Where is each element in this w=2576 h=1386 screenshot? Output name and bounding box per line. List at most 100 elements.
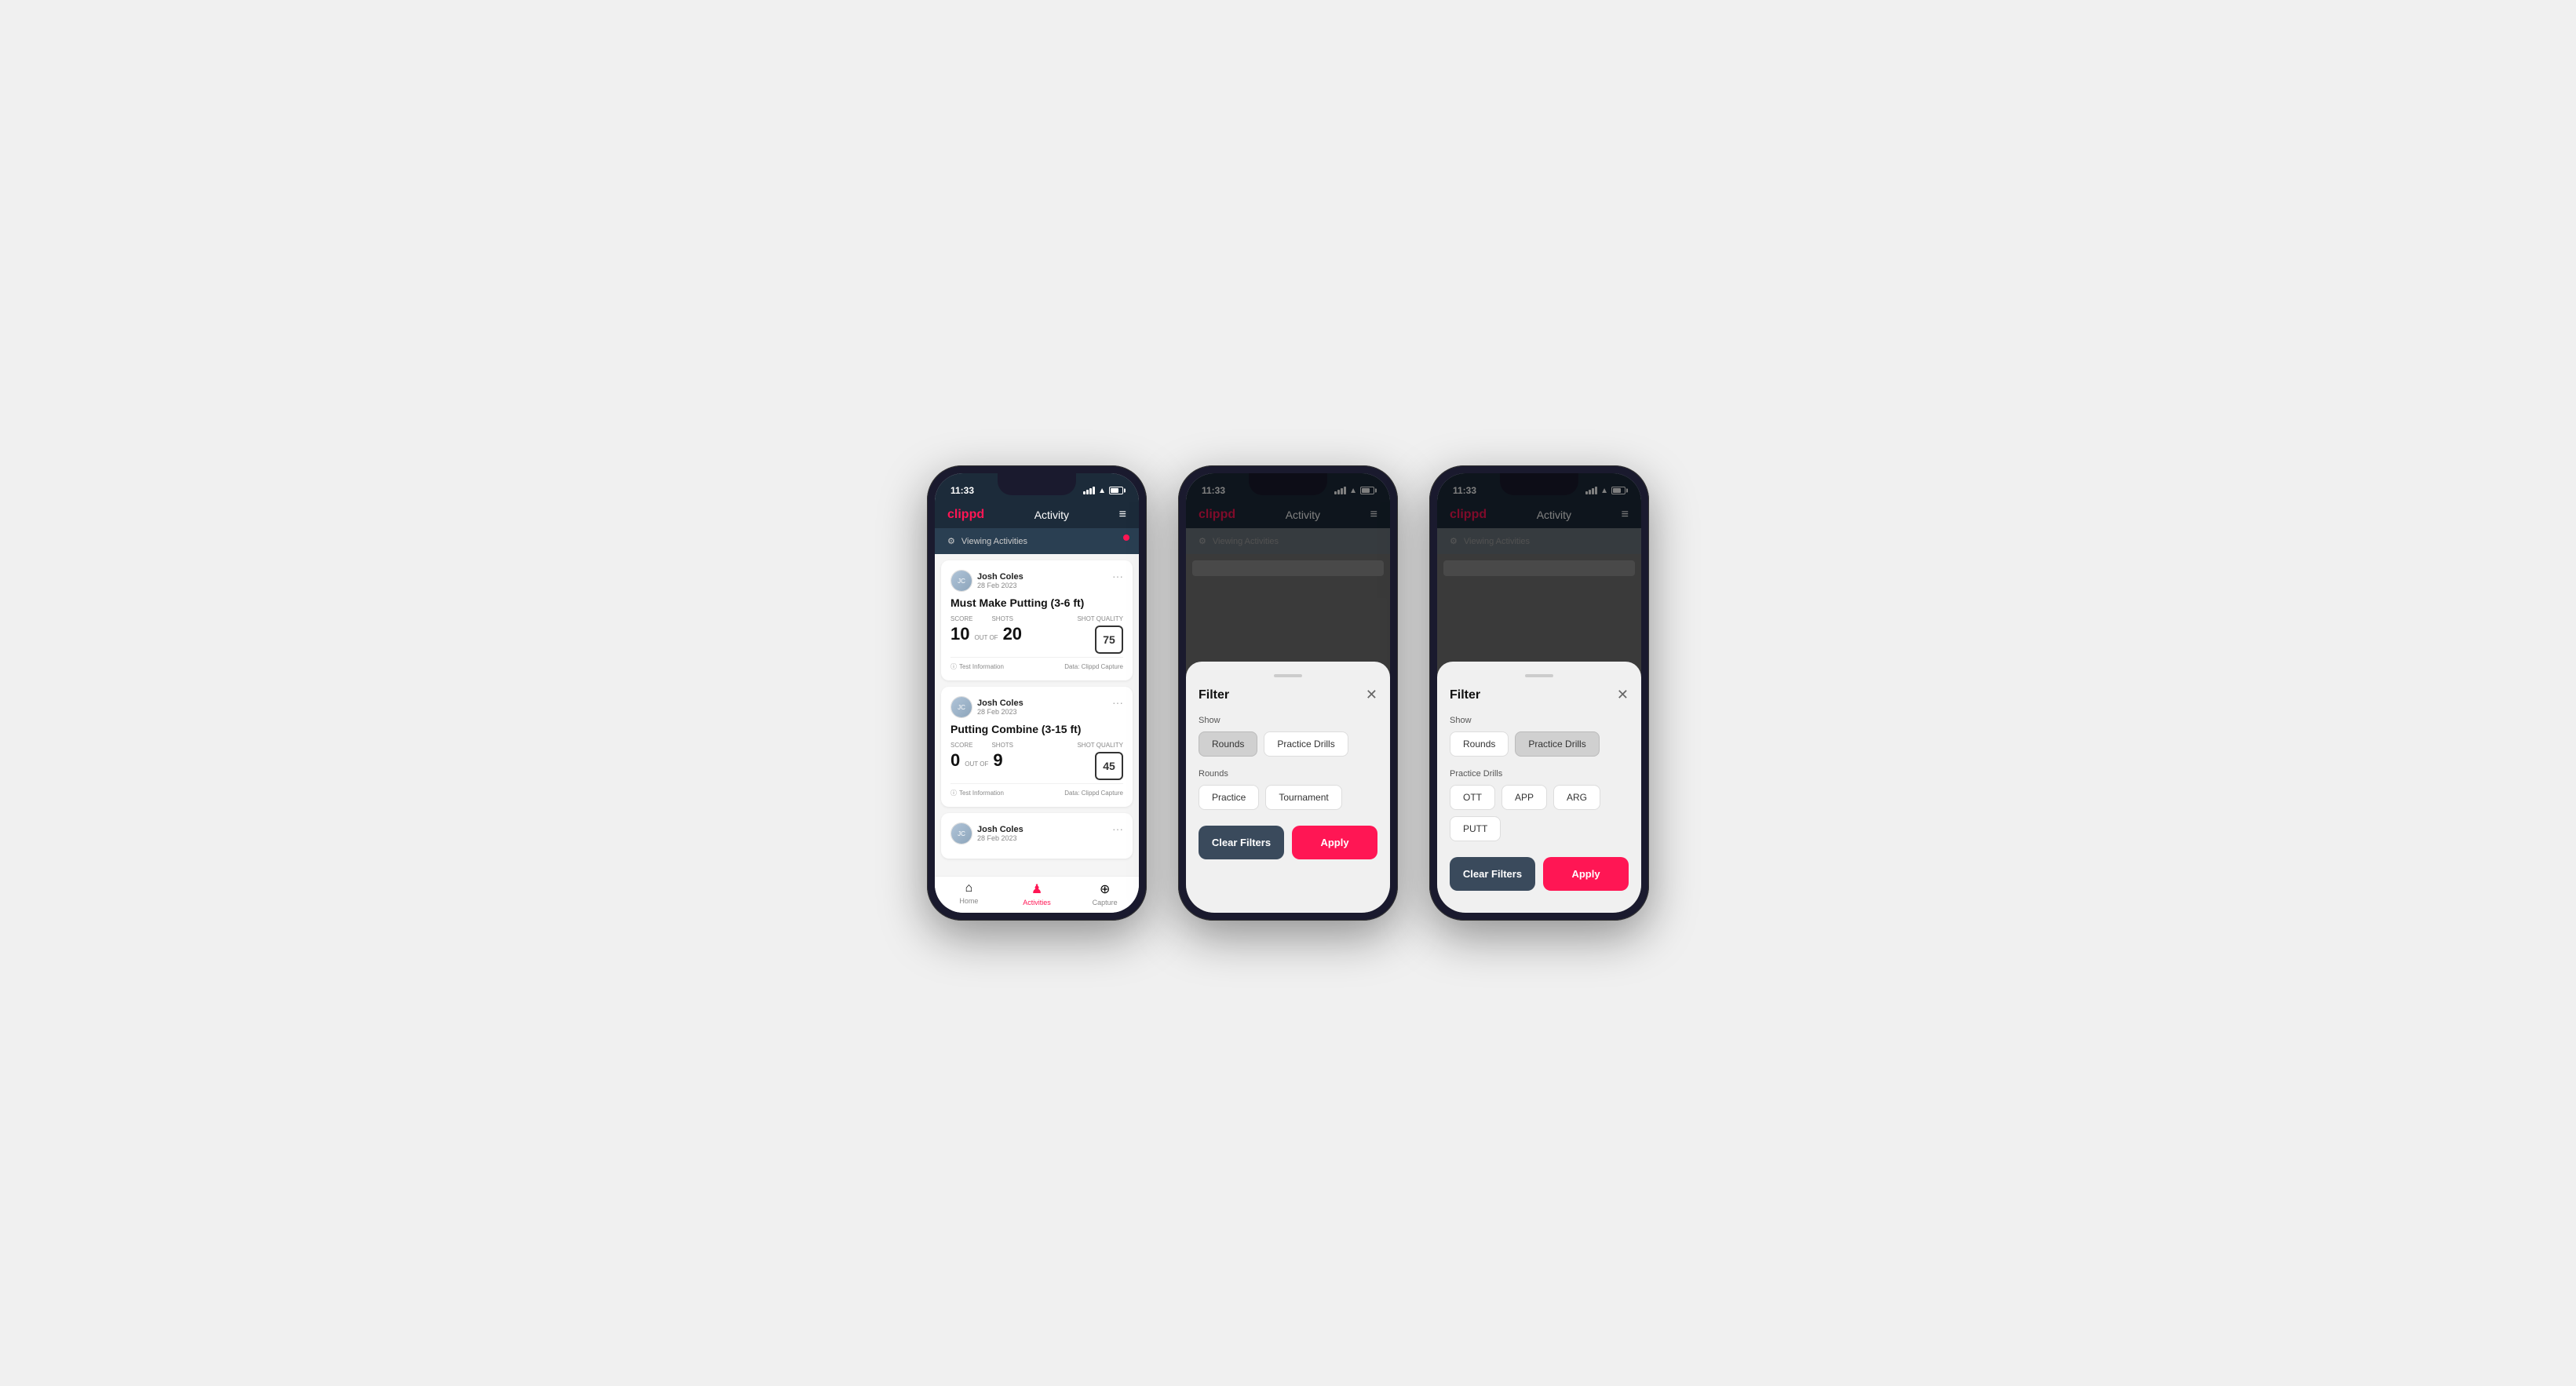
shot-quality-1: Shot Quality 75 xyxy=(1077,615,1123,654)
activities-icon: ♟ xyxy=(1031,881,1042,897)
card-header-1: JC Josh Coles 28 Feb 2023 ··· xyxy=(950,570,1123,592)
info-icon-1: ⓘ xyxy=(950,662,957,671)
apply-button-2[interactable]: Apply xyxy=(1292,826,1377,859)
bottom-nav: ⌂ Home ♟ Activities ⊕ Capture xyxy=(935,876,1139,913)
filter-sheet-2: Filter ✕ Show Rounds Practice Drills Rou… xyxy=(1186,662,1390,913)
filter-overlay-3: Filter ✕ Show Rounds Practice Drills Pra… xyxy=(1437,473,1641,913)
activity-card-3[interactable]: JC Josh Coles 28 Feb 2023 ··· xyxy=(941,813,1133,859)
out-of-1: OUT OF xyxy=(974,634,998,641)
info-icon-2: ⓘ xyxy=(950,789,957,797)
test-info-1: ⓘ Test Information xyxy=(950,662,1004,671)
viewing-activities-label: Viewing Activities xyxy=(961,537,1027,546)
user-name-1: Josh Coles xyxy=(977,572,1023,582)
rounds-pill-2[interactable]: Rounds xyxy=(1199,731,1257,757)
data-source-2: Data: Clippd Capture xyxy=(1064,790,1123,797)
putt-pill-3[interactable]: PUTT xyxy=(1450,816,1501,841)
nav-item-home[interactable]: ⌂ Home xyxy=(935,881,1003,906)
red-dot xyxy=(1123,534,1129,541)
menu-icon[interactable]: ≡ xyxy=(1119,508,1126,522)
filter-icon: ⚙ xyxy=(947,536,955,546)
phone3: 11:33 ▲ xyxy=(1429,465,1649,921)
activity-card-1[interactable]: JC Josh Coles 28 Feb 2023 ··· Must Make … xyxy=(941,560,1133,680)
capture-label: Capture xyxy=(1093,899,1118,906)
filter-overlay-2: Filter ✕ Show Rounds Practice Drills Rou… xyxy=(1186,473,1390,913)
nav-item-activities[interactable]: ♟ Activities xyxy=(1003,881,1071,906)
status-time: 11:33 xyxy=(950,485,974,496)
avatar-2: JC xyxy=(950,696,972,718)
user-date-3: 28 Feb 2023 xyxy=(977,834,1023,842)
user-details-2: Josh Coles 28 Feb 2023 xyxy=(977,698,1023,716)
stats-container-2: Score Shots 0 OUT OF 9 Shot Qua xyxy=(950,742,1123,780)
user-date-1: 28 Feb 2023 xyxy=(977,582,1023,589)
avatar-3: JC xyxy=(950,822,972,844)
clear-filters-button-3[interactable]: Clear Filters xyxy=(1450,857,1535,891)
rounds-options-2: Practice Tournament xyxy=(1199,785,1377,810)
show-label-2: Show xyxy=(1199,716,1377,725)
phone2-inner: 11:33 ▲ xyxy=(1186,473,1390,913)
stats-left-2: Score Shots 0 OUT OF 9 xyxy=(950,742,1013,771)
filter-handle-3 xyxy=(1525,674,1553,677)
more-dots-1[interactable]: ··· xyxy=(1112,570,1123,582)
nav-item-capture[interactable]: ⊕ Capture xyxy=(1071,881,1139,906)
filter-actions-2: Clear Filters Apply xyxy=(1199,826,1377,859)
phone1-wrapper: 11:33 ▲ xyxy=(927,465,1147,921)
content-area: ⚙ Viewing Activities JC Jo xyxy=(935,528,1139,876)
card-header-3: JC Josh Coles 28 Feb 2023 ··· xyxy=(950,822,1123,844)
user-name-2: Josh Coles xyxy=(977,698,1023,708)
more-dots-3[interactable]: ··· xyxy=(1112,822,1123,835)
card-header-2: JC Josh Coles 28 Feb 2023 ··· xyxy=(950,696,1123,718)
phone2-wrapper: 11:33 ▲ xyxy=(1178,465,1398,921)
user-name-3: Josh Coles xyxy=(977,825,1023,834)
test-info-label-2: Test Information xyxy=(959,790,1004,797)
shots-value-1: 20 xyxy=(1003,624,1022,644)
phone3-inner: 11:33 ▲ xyxy=(1437,473,1641,913)
practice-drills-pill-3[interactable]: Practice Drills xyxy=(1515,731,1599,757)
score-value-1: 10 xyxy=(950,624,969,644)
nav-bar: clippd Activity ≡ xyxy=(935,502,1139,528)
filter-actions-3: Clear Filters Apply xyxy=(1450,857,1629,891)
shot-quality-badge-1: 75 xyxy=(1095,626,1123,654)
battery-fill xyxy=(1111,488,1118,493)
viewing-activities-bar[interactable]: ⚙ Viewing Activities xyxy=(935,528,1139,554)
user-info-2: JC Josh Coles 28 Feb 2023 xyxy=(950,696,1023,718)
signal-bar-3 xyxy=(1089,488,1092,494)
shots-value-2: 9 xyxy=(993,750,1002,771)
score-label-1: Score xyxy=(950,615,972,622)
score-label-2: Score xyxy=(950,742,972,749)
signal-bar-4 xyxy=(1093,487,1095,494)
user-info-1: JC Josh Coles 28 Feb 2023 xyxy=(950,570,1023,592)
ott-pill-3[interactable]: OTT xyxy=(1450,785,1495,810)
stats-left-1: Score Shots 10 OUT OF 20 xyxy=(950,615,1022,644)
app-pill-3[interactable]: APP xyxy=(1501,785,1547,810)
signal-bar-1 xyxy=(1083,491,1085,494)
rounds-pill-3[interactable]: Rounds xyxy=(1450,731,1509,757)
show-label-3: Show xyxy=(1450,716,1629,725)
status-icons: ▲ xyxy=(1083,487,1123,495)
shot-quality-label-1: Shot Quality xyxy=(1077,615,1123,622)
practice-pill-2[interactable]: Practice xyxy=(1199,785,1259,810)
signal-bars xyxy=(1083,487,1095,494)
filter-sheet-3: Filter ✕ Show Rounds Practice Drills Pra… xyxy=(1437,662,1641,913)
tournament-pill-2[interactable]: Tournament xyxy=(1265,785,1341,810)
filter-title-2: Filter xyxy=(1199,688,1229,702)
close-button-2[interactable]: ✕ xyxy=(1366,687,1377,703)
phone3-wrapper: 11:33 ▲ xyxy=(1429,465,1649,921)
signal-bar-2 xyxy=(1086,490,1089,494)
stat-values-2: 0 OUT OF 9 xyxy=(950,750,1013,771)
avatar-img-3: JC xyxy=(951,823,972,844)
filter-header-3: Filter ✕ xyxy=(1450,687,1629,703)
practice-drills-pill-2[interactable]: Practice Drills xyxy=(1264,731,1348,757)
capture-icon: ⊕ xyxy=(1100,881,1110,897)
activity-title-1: Must Make Putting (3-6 ft) xyxy=(950,596,1123,609)
practice-drills-label-3: Practice Drills xyxy=(1450,769,1629,779)
apply-button-3[interactable]: Apply xyxy=(1543,857,1629,891)
shots-label-1: Shots xyxy=(991,615,1013,622)
clear-filters-button-2[interactable]: Clear Filters xyxy=(1199,826,1284,859)
activities-label: Activities xyxy=(1023,899,1051,906)
more-dots-2[interactable]: ··· xyxy=(1112,696,1123,709)
arg-pill-3[interactable]: ARG xyxy=(1553,785,1600,810)
close-button-3[interactable]: ✕ xyxy=(1617,687,1629,703)
shot-quality-badge-2: 45 xyxy=(1095,752,1123,780)
activity-card-2[interactable]: JC Josh Coles 28 Feb 2023 ··· Putting Co… xyxy=(941,687,1133,807)
card-footer-2: ⓘ Test Information Data: Clippd Capture xyxy=(950,783,1123,797)
